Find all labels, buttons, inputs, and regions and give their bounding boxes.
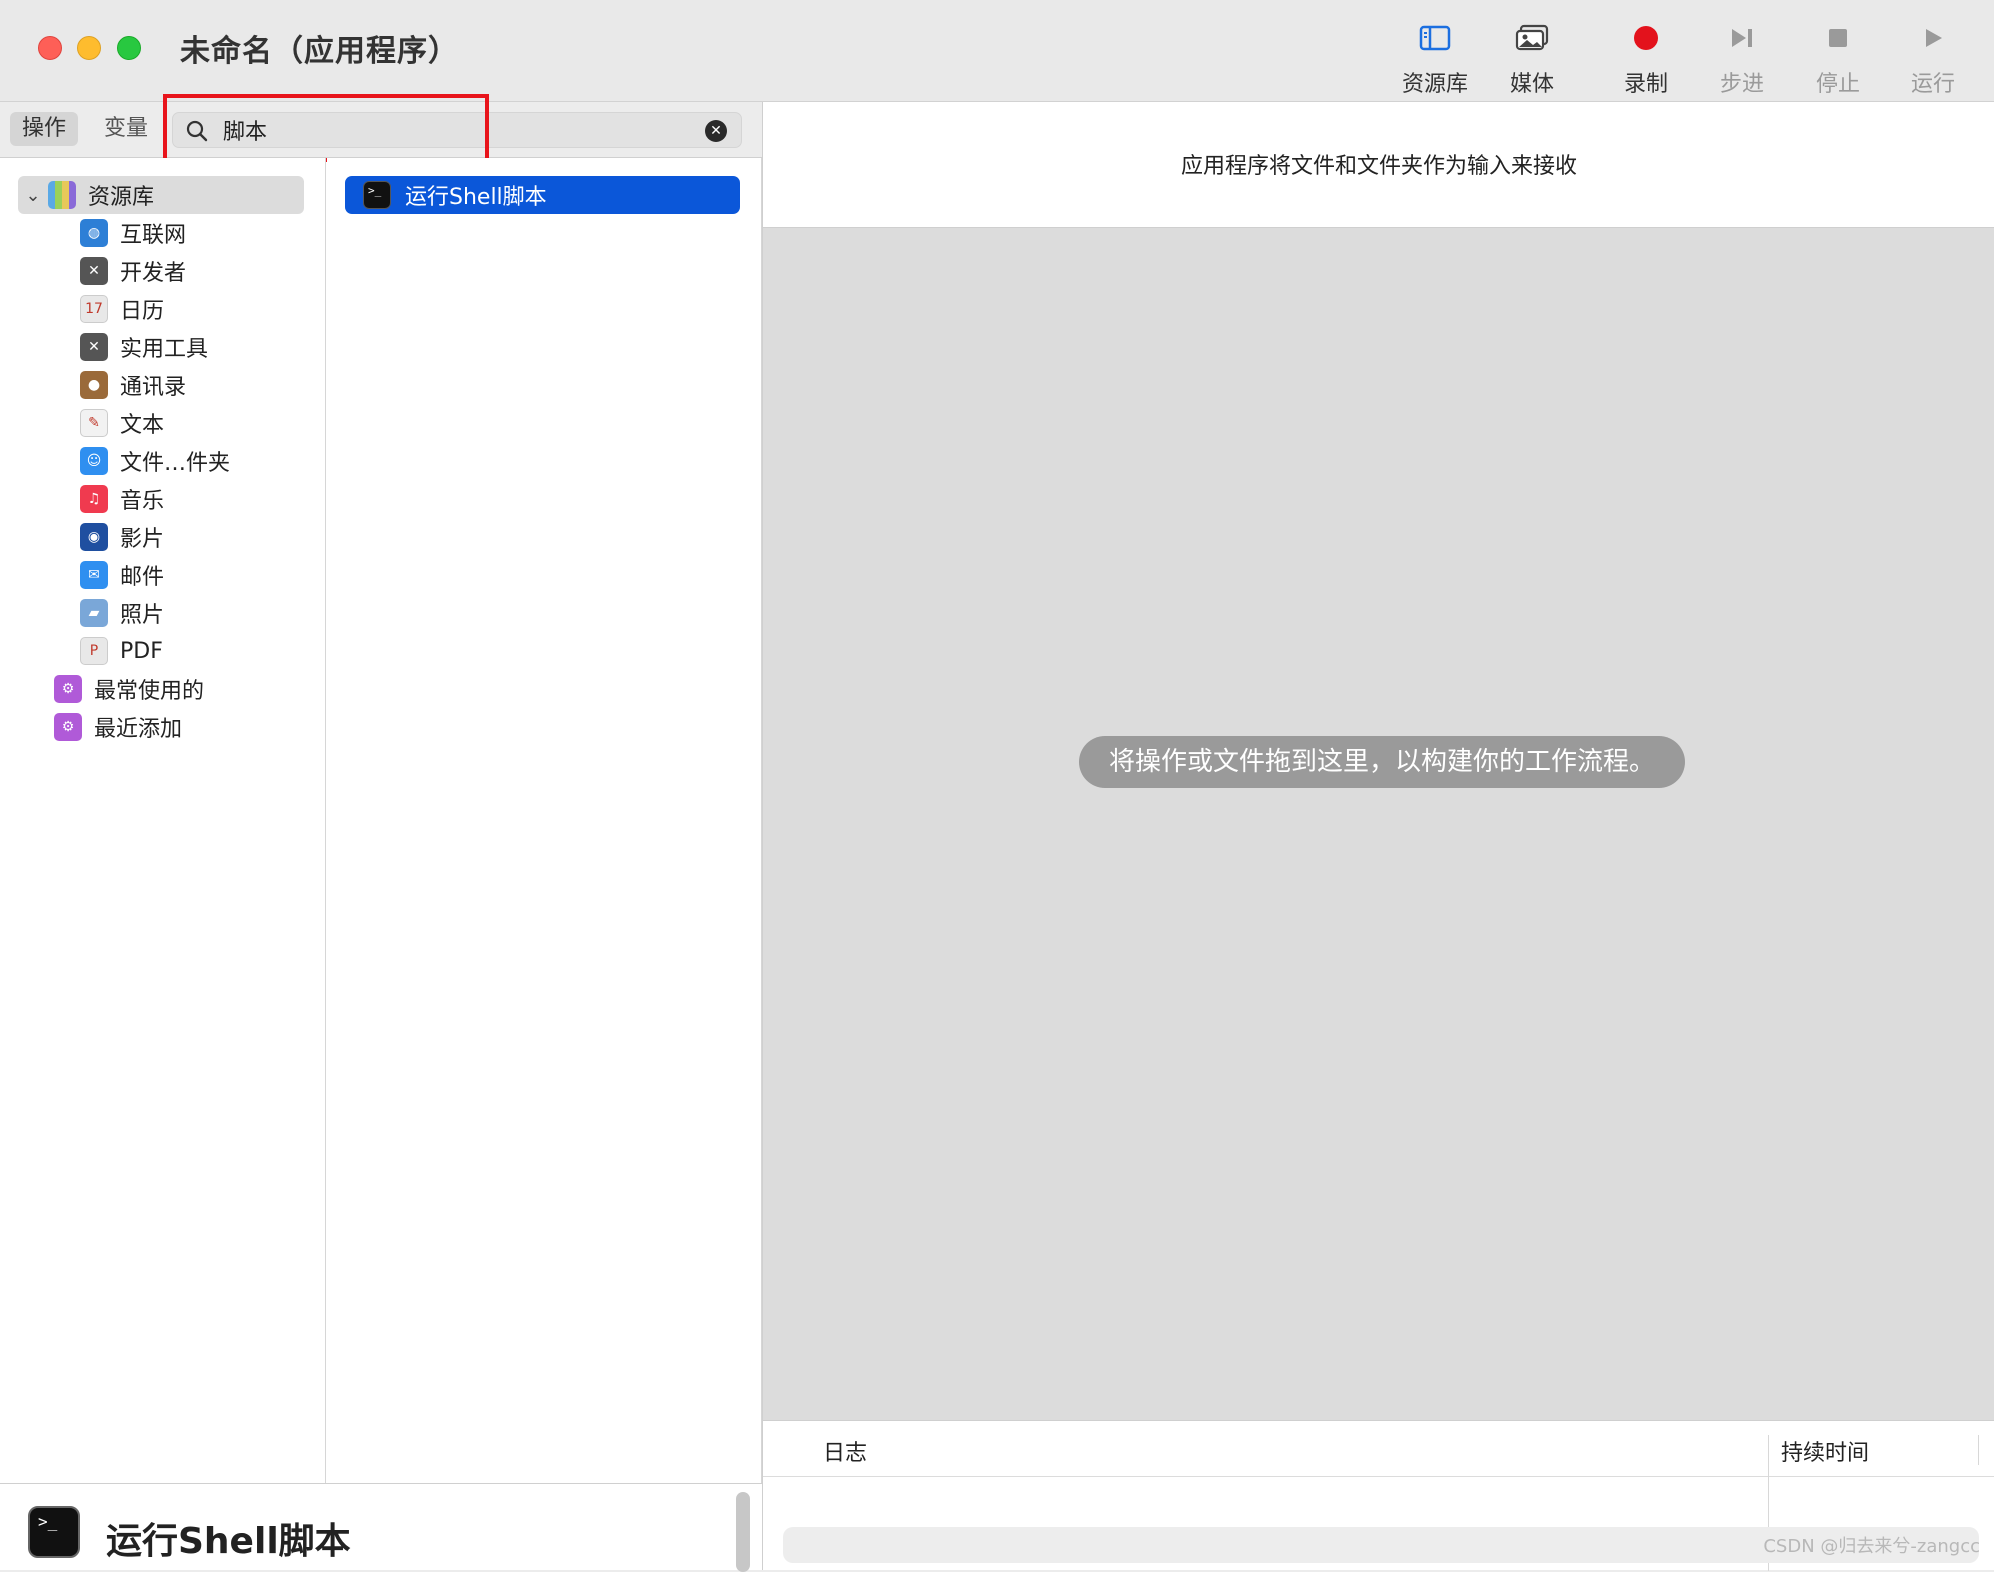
library-sidebar: ⌄ 资源库 ◍ 互联网 ✕ 开发者 17 日历 ✕ 实用工具 ● 通讯录 ✎ 文本 ☺ 文件…件夹 ♫ 音乐 ◉… xyxy=(0,158,326,1483)
contacts-icon: ● xyxy=(80,371,108,399)
log-header: 日志 持续时间 xyxy=(763,1421,1994,1477)
workflow-canvas[interactable]: 将操作或文件拖到这里，以构建你的工作流程。 xyxy=(762,228,1994,1420)
finder-icon: ☺ xyxy=(80,447,108,475)
mail-icon: ✉ xyxy=(80,561,108,589)
sidebar-item[interactable]: ✕ 开发者 xyxy=(80,252,186,290)
sidebar-item-label: 影片 xyxy=(120,527,165,552)
sidebar-item-label: 资源库 xyxy=(88,185,155,210)
sidebar-item[interactable]: ✎ 文本 xyxy=(80,404,164,442)
media-toolbar-button[interactable]: 媒体 xyxy=(1487,18,1577,98)
workflow-input-text: 应用程序将文件和文件夹作为输入来接收 xyxy=(1180,154,1577,179)
chevron-down-icon[interactable]: ⌄ xyxy=(18,185,48,206)
sidebar-item[interactable]: ✕ 实用工具 xyxy=(80,328,208,366)
sidebar-item[interactable]: P PDF xyxy=(80,632,163,670)
sidebar-item[interactable]: ▰ 照片 xyxy=(80,594,164,632)
media-label: 媒体 xyxy=(1509,72,1554,97)
drop-hint: 将操作或文件拖到这里，以构建你的工作流程。 xyxy=(1079,736,1685,788)
music-icon: ♫ xyxy=(80,485,108,513)
sidebar-item-label: 通讯录 xyxy=(120,375,187,400)
smart-folder-icon: ⚙ xyxy=(54,713,82,741)
sidebar-item[interactable]: ☺ 文件…件夹 xyxy=(80,442,230,480)
sidebar-item-label: 互联网 xyxy=(120,223,187,248)
minimize-window-button[interactable] xyxy=(77,36,101,60)
sidebar-item-label: 照片 xyxy=(120,603,165,628)
step-toolbar-button[interactable]: 步进 xyxy=(1697,18,1787,98)
play-icon xyxy=(1888,18,1978,58)
log-column-header[interactable]: 日志 xyxy=(823,1435,867,1467)
sidebar-item[interactable]: 17 日历 xyxy=(80,290,164,328)
sidebar-item[interactable]: ◍ 互联网 xyxy=(80,214,186,252)
sidebar-item[interactable]: ♫ 音乐 xyxy=(80,480,164,518)
library-books-icon xyxy=(48,181,76,209)
sidebar-item-label: 邮件 xyxy=(120,565,165,590)
duration-column-header[interactable]: 持续时间 xyxy=(1781,1435,1869,1467)
sidebar-item-label: 实用工具 xyxy=(120,337,209,362)
record-toolbar-button[interactable]: 录制 xyxy=(1601,18,1691,98)
photos-icon xyxy=(1487,18,1577,58)
text-icon: ✎ xyxy=(80,409,108,437)
column-divider xyxy=(1978,1435,1979,1465)
sidebar-item-library[interactable]: ⌄ 资源库 xyxy=(18,176,304,214)
search-input[interactable] xyxy=(223,116,673,144)
sidebar-item[interactable]: ● 通讯录 xyxy=(80,366,186,404)
library-label: 资源库 xyxy=(1401,72,1468,97)
run-label: 运行 xyxy=(1910,72,1955,97)
search-field[interactable]: ✕ xyxy=(172,112,742,148)
calendar-icon: 17 xyxy=(80,295,108,323)
tab-actions[interactable]: 操作 xyxy=(10,112,79,146)
actions-list: >_ 运行Shell脚本 xyxy=(327,158,762,1483)
action-run-shell-script[interactable]: >_ 运行Shell脚本 xyxy=(345,176,740,214)
sidebar-item-label: 最常使用的 xyxy=(94,679,205,704)
sidebar-item[interactable]: ✉ 邮件 xyxy=(80,556,164,594)
terminal-icon: >_ xyxy=(363,181,391,209)
zoom-window-button[interactable] xyxy=(117,36,141,60)
tab-variables[interactable]: 变量 xyxy=(92,112,160,146)
sidebar-icon xyxy=(1390,18,1480,58)
sidebar-item-label: 音乐 xyxy=(120,489,165,514)
step-icon xyxy=(1697,18,1787,58)
sidebar-item-label: 开发者 xyxy=(120,261,187,286)
stop-icon xyxy=(1793,18,1883,58)
workflow-input-header: 应用程序将文件和文件夹作为输入来接收 xyxy=(762,102,1994,228)
search-icon xyxy=(185,119,209,147)
sidebar-item-label: 文件…件夹 xyxy=(120,451,231,476)
globe-icon: ◍ xyxy=(80,219,108,247)
stop-label: 停止 xyxy=(1815,72,1860,97)
title-bar: 未命名（应用程序） 资源库 媒体 录制 步进 停止 运行 xyxy=(0,0,1994,102)
window-title: 未命名（应用程序） xyxy=(180,34,459,69)
sidebar-item-label: 最近添加 xyxy=(94,717,183,742)
sidebar-item-label: 日历 xyxy=(120,299,165,324)
library-header-bar: 操作 变量 ✕ xyxy=(0,102,762,158)
preview-icon: ▰ xyxy=(80,599,108,627)
watermark: CSDN @归去来兮-zangcc xyxy=(1763,1536,1980,1557)
sidebar-item-label: PDF xyxy=(120,638,163,664)
sidebar-item[interactable]: ◉ 影片 xyxy=(80,518,164,556)
stop-toolbar-button[interactable]: 停止 xyxy=(1793,18,1883,98)
terminal-icon: >_ xyxy=(28,1506,80,1558)
sidebar-item-label: 文本 xyxy=(120,413,165,438)
library-toolbar-button[interactable]: 资源库 xyxy=(1390,18,1480,98)
tools-icon: ✕ xyxy=(80,257,108,285)
sidebar-item[interactable]: ⚙ 最常使用的 xyxy=(54,670,204,708)
clear-search-icon[interactable]: ✕ xyxy=(705,120,727,142)
action-detail-title: 运行Shell脚本 xyxy=(106,1521,351,1562)
record-icon xyxy=(1601,18,1691,58)
sidebar-item[interactable]: ⚙ 最近添加 xyxy=(54,708,182,746)
tools-icon: ✕ xyxy=(80,333,108,361)
description-scrollbar[interactable] xyxy=(736,1492,750,1572)
close-window-button[interactable] xyxy=(38,36,62,60)
action-label: 运行Shell脚本 xyxy=(405,185,547,210)
automator-window: 未命名（应用程序） 资源库 媒体 录制 步进 停止 运行 操作 变量 脚本 ✕ … xyxy=(0,0,1994,1572)
action-description-pane: >_ 运行Shell脚本 xyxy=(0,1483,762,1572)
run-toolbar-button[interactable]: 运行 xyxy=(1888,18,1978,98)
smart-folder-icon: ⚙ xyxy=(54,675,82,703)
pdf-icon: P xyxy=(80,637,108,665)
quicktime-icon: ◉ xyxy=(80,523,108,551)
step-label: 步进 xyxy=(1719,72,1764,97)
record-label: 录制 xyxy=(1623,72,1668,97)
